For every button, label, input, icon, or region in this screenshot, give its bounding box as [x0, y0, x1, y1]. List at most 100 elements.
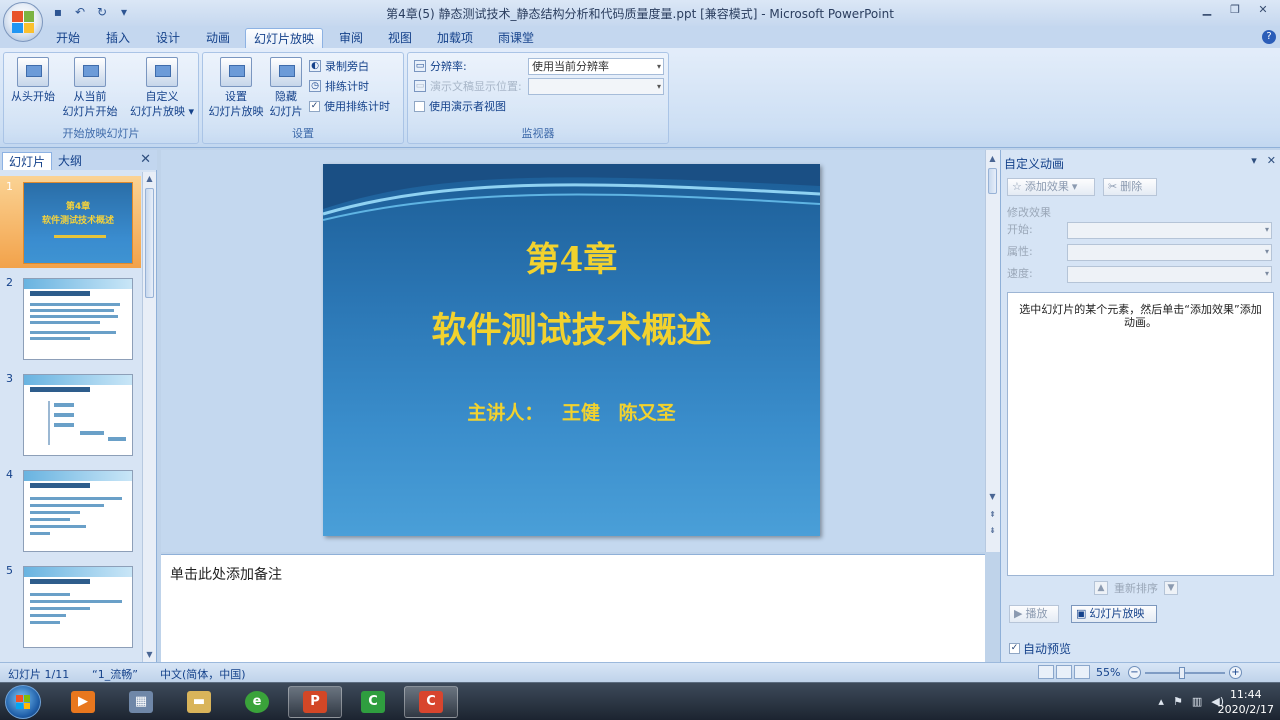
scroll-up-icon[interactable]: ▲: [986, 152, 999, 166]
tab-slideshow[interactable]: 幻灯片放映: [245, 28, 324, 48]
animation-list[interactable]: 选中幻灯片的某个元素，然后单击“添加效果”添加动画。: [1007, 292, 1274, 576]
taskbar-camtasia-green[interactable]: C: [346, 686, 400, 718]
current-slide[interactable]: 第4章 软件测试技术概述 主讲人： 王健 陈又圣: [323, 164, 820, 536]
slide-presenters[interactable]: 主讲人： 王健 陈又圣: [323, 398, 820, 425]
tab-insert[interactable]: 插入: [98, 28, 138, 48]
previous-slide-icon[interactable]: ⇞: [986, 508, 999, 522]
slide-thumbnail[interactable]: [23, 278, 133, 360]
hide-slide-button[interactable]: 隐藏 幻灯片: [267, 57, 305, 119]
close-icon[interactable]: ✕: [1267, 154, 1276, 167]
auto-preview-checkbox[interactable]: ✓ 自动预览: [1009, 640, 1071, 657]
notes-placeholder[interactable]: 单击此处添加备注: [170, 564, 282, 584]
taskbar-browser[interactable]: e: [230, 686, 284, 718]
language-indicator[interactable]: 中文(简体，中国): [160, 666, 246, 682]
slide-thumbnail[interactable]: [23, 470, 133, 552]
zoom-knob[interactable]: [1179, 666, 1185, 679]
thumb-tree-node: [54, 403, 74, 407]
slide-chapter[interactable]: 第4章: [323, 232, 820, 281]
tab-review[interactable]: 审阅: [331, 28, 371, 48]
tab-view[interactable]: 视图: [380, 28, 420, 48]
help-icon[interactable]: ?: [1262, 30, 1276, 44]
notes-pane[interactable]: 单击此处添加备注: [161, 554, 985, 662]
tab-home[interactable]: 开始: [48, 28, 88, 48]
network-icon[interactable]: ▥: [1192, 695, 1202, 708]
zoom-track[interactable]: [1145, 666, 1225, 679]
slide-thumbnail-row[interactable]: 5: [0, 560, 141, 652]
move-up-icon[interactable]: ▲: [1094, 581, 1108, 595]
taskbar-calculator[interactable]: ▦: [114, 686, 168, 718]
from-current-button[interactable]: 从当前 幻灯片开始: [60, 57, 120, 119]
property-select[interactable]: ▾: [1067, 244, 1272, 261]
scroll-up-icon[interactable]: ▲: [143, 172, 156, 186]
custom-slideshow-label-1: 自定义: [145, 90, 179, 103]
slide-thumbnail-row[interactable]: 2: [0, 272, 141, 364]
custom-slideshow-button[interactable]: 自定义 幻灯片放映 ▾: [126, 57, 198, 119]
close-icon[interactable]: ✕: [1250, 1, 1276, 17]
slide-thumbnails: 1 第4章 软件测试技术概述 2 3 4 5: [0, 172, 141, 662]
thumb-header-bar: [24, 375, 132, 385]
tab-outline[interactable]: 大纲: [52, 152, 88, 170]
thumb-tree-node: [80, 431, 104, 435]
close-icon[interactable]: ✕: [140, 152, 151, 167]
speed-select[interactable]: ▾: [1067, 266, 1272, 283]
taskbar-camtasia-red[interactable]: C: [404, 686, 458, 718]
show-on-select[interactable]: ▾: [528, 78, 664, 95]
show-hidden-icons-icon[interactable]: ▴: [1158, 695, 1164, 708]
use-rehearsed-timings-checkbox[interactable]: ✓ 使用排练计时: [309, 97, 390, 115]
setup-slideshow-button[interactable]: 设置 幻灯片放映: [205, 57, 267, 119]
slide-title[interactable]: 软件测试技术概述: [323, 302, 820, 353]
group-start-label: 开始放映幻灯片: [62, 127, 140, 140]
scrollbar-thumb[interactable]: [988, 168, 997, 194]
slide-thumbnail[interactable]: [23, 566, 133, 648]
rehearse-timings-button[interactable]: ◷ 排练计时: [309, 77, 369, 95]
from-beginning-button[interactable]: 从头开始: [8, 57, 58, 104]
move-down-icon[interactable]: ▼: [1164, 581, 1178, 595]
taskbar-media-player[interactable]: ▶: [56, 686, 110, 718]
tab-rain-classroom[interactable]: 雨课堂: [490, 28, 542, 48]
zoom-level[interactable]: 55%: [1096, 666, 1120, 679]
zoom-out-icon[interactable]: −: [1128, 666, 1141, 679]
slide-thumbnail-row[interactable]: 1 第4章 软件测试技术概述: [0, 176, 141, 268]
remove-effect-button[interactable]: ✂ 删除: [1103, 178, 1157, 196]
slide-thumbnail[interactable]: [23, 374, 133, 456]
play-button[interactable]: ▶ 播放: [1009, 605, 1059, 623]
thumb-text-line: [30, 303, 120, 306]
tab-addins[interactable]: 加载项: [429, 28, 481, 48]
scrollbar-thumb[interactable]: [145, 188, 154, 298]
slides-pane-scrollbar[interactable]: ▲ ▼: [142, 172, 156, 662]
next-slide-icon[interactable]: ⇟: [986, 524, 999, 538]
slideshow-button[interactable]: ▣ 幻灯片放映: [1071, 605, 1157, 623]
resolution-select[interactable]: 使用当前分辨率 ▾: [528, 58, 664, 75]
tab-animations[interactable]: 动画: [198, 28, 238, 48]
add-effect-button[interactable]: ☆ 添加效果 ▾: [1007, 178, 1095, 196]
slide-thumbnail-row[interactable]: 4: [0, 464, 141, 556]
scroll-down-icon[interactable]: ▼: [143, 648, 156, 662]
zoom-slider[interactable]: − +: [1128, 666, 1242, 679]
zoom-in-icon[interactable]: +: [1229, 666, 1242, 679]
office-button[interactable]: [3, 2, 43, 42]
slide-thumbnail-row[interactable]: 3: [0, 368, 141, 460]
remove-label: 删除: [1120, 180, 1143, 193]
system-clock[interactable]: 11:44 2020/2/17: [1218, 687, 1274, 717]
tab-design[interactable]: 设计: [148, 28, 188, 48]
scroll-down-icon[interactable]: ▼: [986, 490, 999, 504]
slide-sorter-view-icon[interactable]: [1056, 665, 1072, 679]
slide-scrollbar[interactable]: ▲ ▼ ⇞ ⇟: [985, 150, 1000, 552]
tab-slides[interactable]: 幻灯片: [2, 152, 53, 170]
start-button[interactable]: [5, 685, 41, 719]
action-center-icon[interactable]: ⚑: [1173, 695, 1183, 708]
monitor-icon: ▭: [414, 60, 426, 72]
restore-icon[interactable]: ❐: [1222, 1, 1248, 17]
record-narration-button[interactable]: ◐ 录制旁白: [309, 57, 369, 75]
taskbar-powerpoint[interactable]: P: [288, 686, 342, 718]
presenter-view-checkbox[interactable]: 使用演示者视图: [414, 97, 506, 115]
add-effect-label: 添加效果: [1024, 180, 1069, 193]
taskbar-explorer[interactable]: ▬: [172, 686, 226, 718]
pane-menu-icon[interactable]: ▾: [1251, 154, 1257, 167]
minimize-icon[interactable]: ▁: [1194, 1, 1220, 17]
start-select[interactable]: ▾: [1067, 222, 1272, 239]
normal-view-icon[interactable]: [1038, 665, 1054, 679]
slideshow-view-icon[interactable]: [1074, 665, 1090, 679]
slide-thumbnail[interactable]: 第4章 软件测试技术概述: [23, 182, 133, 264]
group-setup: 设置 幻灯片放映 隐藏 幻灯片 ◐ 录制旁白 ◷ 排练计时 ✓ 使用排练计时 设…: [202, 52, 404, 144]
